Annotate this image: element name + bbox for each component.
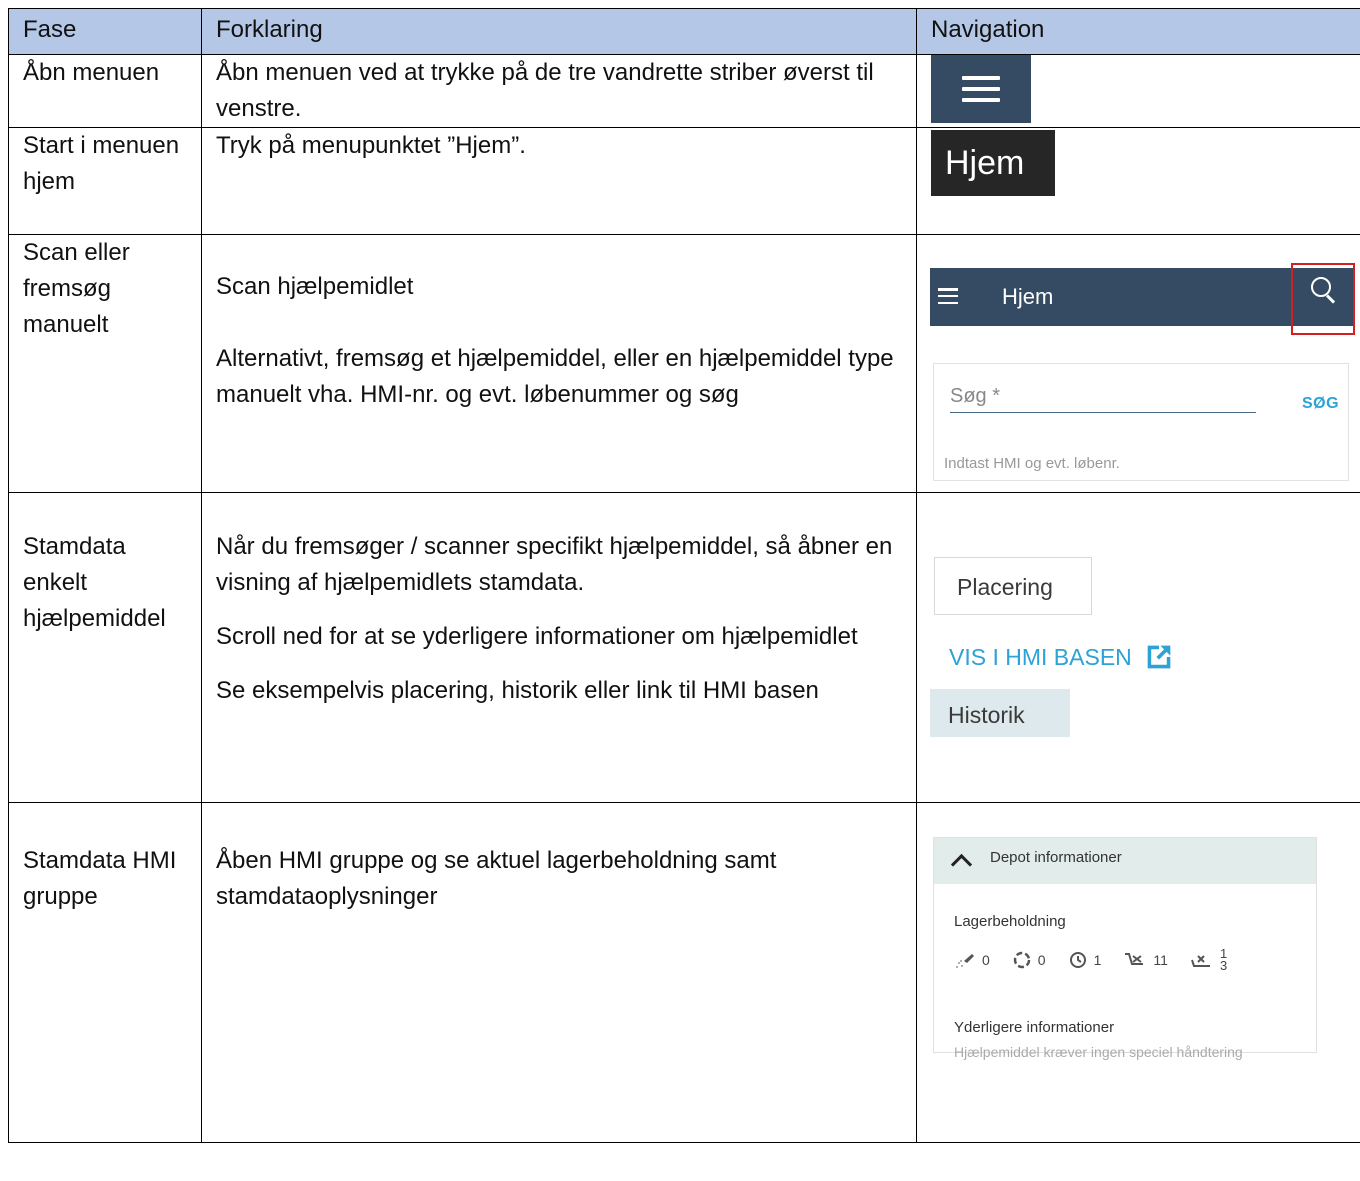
vis-i-hmi-basen-link[interactable]: VIS I HMI BASEN bbox=[949, 637, 1176, 677]
forklaring-cell: Scan hjælpemidlet Alternativt, fremsøg e… bbox=[201, 234, 917, 493]
search-icon bbox=[1311, 277, 1331, 297]
depot-section-header[interactable]: Depot informationer bbox=[934, 838, 1316, 884]
search-card: Søg * SØG Indtast HMI og evt. løbenr. bbox=[933, 363, 1349, 481]
table-row: Scan eller fremsøg manuelt Scan hjælpemi… bbox=[8, 234, 1360, 493]
stock-count: 0 bbox=[954, 942, 990, 978]
stock-count-value: 11 bbox=[1153, 952, 1168, 968]
more-info-text: Hjælpemiddel kræver ingen speciel håndte… bbox=[954, 1044, 1243, 1060]
fase-cell: Stamdata enkelt hjælpemiddel bbox=[8, 492, 202, 803]
header-navigation: Navigation bbox=[916, 8, 1360, 55]
table-row: Åbn menuen Åbn menuen ved at trykke på d… bbox=[8, 54, 1360, 128]
external-link-icon bbox=[1147, 645, 1171, 669]
header-forklaring: Forklaring bbox=[201, 8, 917, 55]
nav-cell bbox=[916, 54, 1360, 128]
stock-count-fraction: 1 3 bbox=[1219, 947, 1228, 973]
placering-button[interactable]: Placering bbox=[934, 557, 1092, 615]
search-input[interactable]: Søg * bbox=[950, 378, 1256, 413]
depot-card: Depot informationer Lagerbeholdning 0 0 … bbox=[933, 837, 1317, 1060]
forklaring-text: Scroll ned for at se yderligere informat… bbox=[216, 623, 858, 650]
stock-count-value: 0 bbox=[982, 952, 990, 968]
lager-label: Lagerbeholdning bbox=[954, 913, 1066, 930]
fase-cell: Stamdata HMI gruppe bbox=[8, 802, 202, 1143]
hamburger-menu-icon bbox=[962, 76, 1000, 102]
forklaring-text: Scan hjælpemidlet bbox=[216, 273, 414, 300]
app-bar-title: Hjem bbox=[1002, 284, 1054, 309]
reserved-clock-icon bbox=[1069, 952, 1086, 968]
table-row: Stamdata HMI gruppe Åben HMI gruppe og s… bbox=[8, 802, 1360, 1143]
table-row: Start i menuen hjem Tryk på menupunktet … bbox=[8, 127, 1360, 235]
forklaring-cell: Når du fremsøger / scanner specifikt hjæ… bbox=[201, 492, 917, 803]
chevron-up-icon bbox=[950, 853, 973, 876]
forklaring-cell: Åbn menuen ved at trykke på de tre vandr… bbox=[201, 54, 917, 128]
forklaring-text: Tryk på menupunktet ”Hjem”. bbox=[216, 132, 526, 159]
available-cart-icon bbox=[1125, 953, 1144, 965]
stock-count-value: 0 bbox=[1037, 952, 1046, 968]
historik-button[interactable]: Historik bbox=[930, 689, 1070, 737]
forklaring-cell: Åben HMI gruppe og se aktuel lagerbehold… bbox=[201, 802, 917, 1143]
stock-count-sub: 3 bbox=[1219, 958, 1228, 973]
hamburger-menu-icon[interactable] bbox=[938, 288, 958, 304]
stock-count-value: 1 bbox=[1093, 952, 1102, 968]
forklaring-text: Åben HMI gruppe og se aktuel lagerbehold… bbox=[216, 847, 777, 910]
stock-count: 0 bbox=[1012, 942, 1046, 978]
stock-count: 1 bbox=[1068, 942, 1102, 978]
forklaring-cell: Tryk på menupunktet ”Hjem”. bbox=[201, 127, 917, 235]
stock-count: 1 3 bbox=[1190, 947, 1228, 973]
nav-cell: Depot informationer Lagerbeholdning 0 0 … bbox=[916, 802, 1360, 1143]
stock-counts: 0 0 1 11 1 3 bbox=[954, 942, 1227, 978]
fase-cell: Scan eller fremsøg manuelt bbox=[8, 234, 202, 493]
search-submit-button[interactable]: SØG bbox=[1302, 386, 1339, 422]
blocked-cart-icon bbox=[1190, 955, 1210, 967]
forklaring-text: Alternativt, fremsøg et hjælpemiddel, el… bbox=[216, 345, 894, 408]
in-repair-icon bbox=[1013, 951, 1031, 969]
nav-cell: Hjem bbox=[916, 127, 1360, 235]
table-row: Stamdata enkelt hjælpemiddel Når du frem… bbox=[8, 492, 1360, 803]
fase-cell: Start i menuen hjem bbox=[8, 127, 202, 235]
fase-cell: Åbn menuen bbox=[8, 54, 202, 128]
header-row: Fase Forklaring Navigation bbox=[8, 8, 1360, 55]
stock-count: 11 bbox=[1123, 942, 1168, 978]
vis-link-label: VIS I HMI BASEN bbox=[949, 644, 1132, 670]
hjem-menu-item[interactable]: Hjem bbox=[931, 130, 1055, 196]
search-hint: Indtast HMI og evt. løbenr. bbox=[944, 455, 1120, 472]
nav-cell: Placering VIS I HMI BASEN Historik bbox=[916, 492, 1360, 803]
forklaring-text: Åbn menuen ved at trykke på de tre vandr… bbox=[216, 59, 874, 122]
forklaring-text: Se eksempelvis placering, historik eller… bbox=[216, 677, 819, 704]
cleaning-icon bbox=[956, 954, 974, 968]
guide-table: Fase Forklaring Navigation Åbn menuen Åb… bbox=[8, 8, 1360, 1143]
header-fase: Fase bbox=[8, 8, 202, 55]
search-button-highlight[interactable] bbox=[1291, 263, 1355, 335]
nav-cell: Hjem Søg * SØG Indtast HMI og evt. løben… bbox=[916, 234, 1360, 493]
depot-section-title: Depot informationer bbox=[990, 849, 1122, 866]
menu-button[interactable] bbox=[931, 55, 1031, 123]
forklaring-text: Når du fremsøger / scanner specifikt hjæ… bbox=[216, 533, 893, 596]
